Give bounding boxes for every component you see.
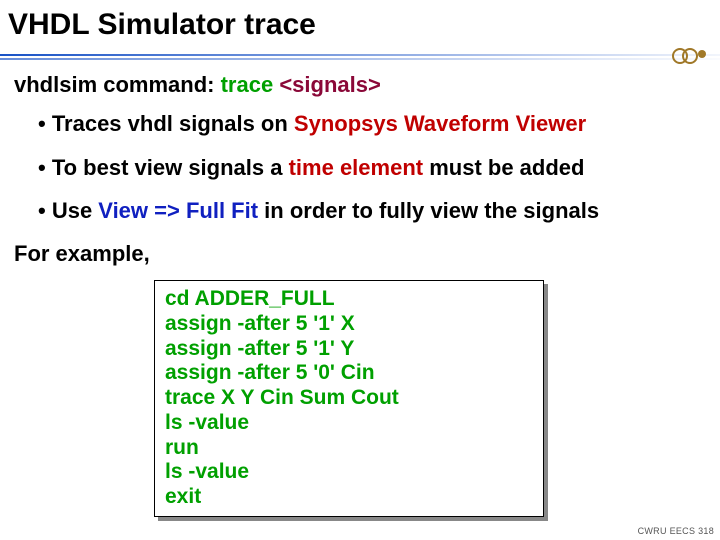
bullet-text: in order to fully view the signals [258, 198, 599, 223]
example-line: assign -after 5 '1' X [165, 312, 533, 337]
command-prefix: vhdlsim command: [14, 72, 221, 97]
bullet-item: • To best view signals a time element mu… [38, 155, 706, 180]
command-args: <signals> [279, 72, 381, 97]
slide-title: VHDL Simulator trace [0, 0, 720, 46]
title-underline [0, 46, 720, 66]
command-line: vhdlsim command: trace <signals> [14, 72, 706, 97]
for-example-label: For example, [14, 241, 706, 266]
bullet-text: • Use [38, 198, 98, 223]
bullet-text: must be added [423, 155, 584, 180]
example-line: assign -after 5 '0' Cin [165, 361, 533, 386]
example-line: ls -value [165, 411, 533, 436]
slide-body: vhdlsim command: trace <signals> • Trace… [0, 66, 720, 266]
example-line: run [165, 436, 533, 461]
bullet-highlight: time element [289, 155, 424, 180]
example-line: exit [165, 485, 533, 510]
bullet-text: • To best view signals a [38, 155, 289, 180]
command-name: trace [221, 72, 280, 97]
bullet-item: • Traces vhdl signals on Synopsys Wavefo… [38, 111, 706, 136]
bullet-highlight: View => Full Fit [98, 198, 258, 223]
logo-icon [672, 46, 710, 64]
bullet-highlight: Synopsys Waveform Viewer [294, 111, 586, 136]
example-box: cd ADDER_FULL assign -after 5 '1' X assi… [154, 280, 544, 517]
footer-text: CWRU EECS 318 [638, 526, 714, 536]
example-line: trace X Y Cin Sum Cout [165, 386, 533, 411]
example-block: cd ADDER_FULL assign -after 5 '1' X assi… [154, 280, 544, 517]
example-line: assign -after 5 '1' Y [165, 337, 533, 362]
example-line: ls -value [165, 460, 533, 485]
slide: VHDL Simulator trace vhdlsim command: tr… [0, 0, 720, 540]
bullet-item: • Use View => Full Fit in order to fully… [38, 198, 706, 223]
example-line: cd ADDER_FULL [165, 287, 533, 312]
bullet-text: • Traces vhdl signals on [38, 111, 294, 136]
bullet-list: • Traces vhdl signals on Synopsys Wavefo… [38, 111, 706, 223]
